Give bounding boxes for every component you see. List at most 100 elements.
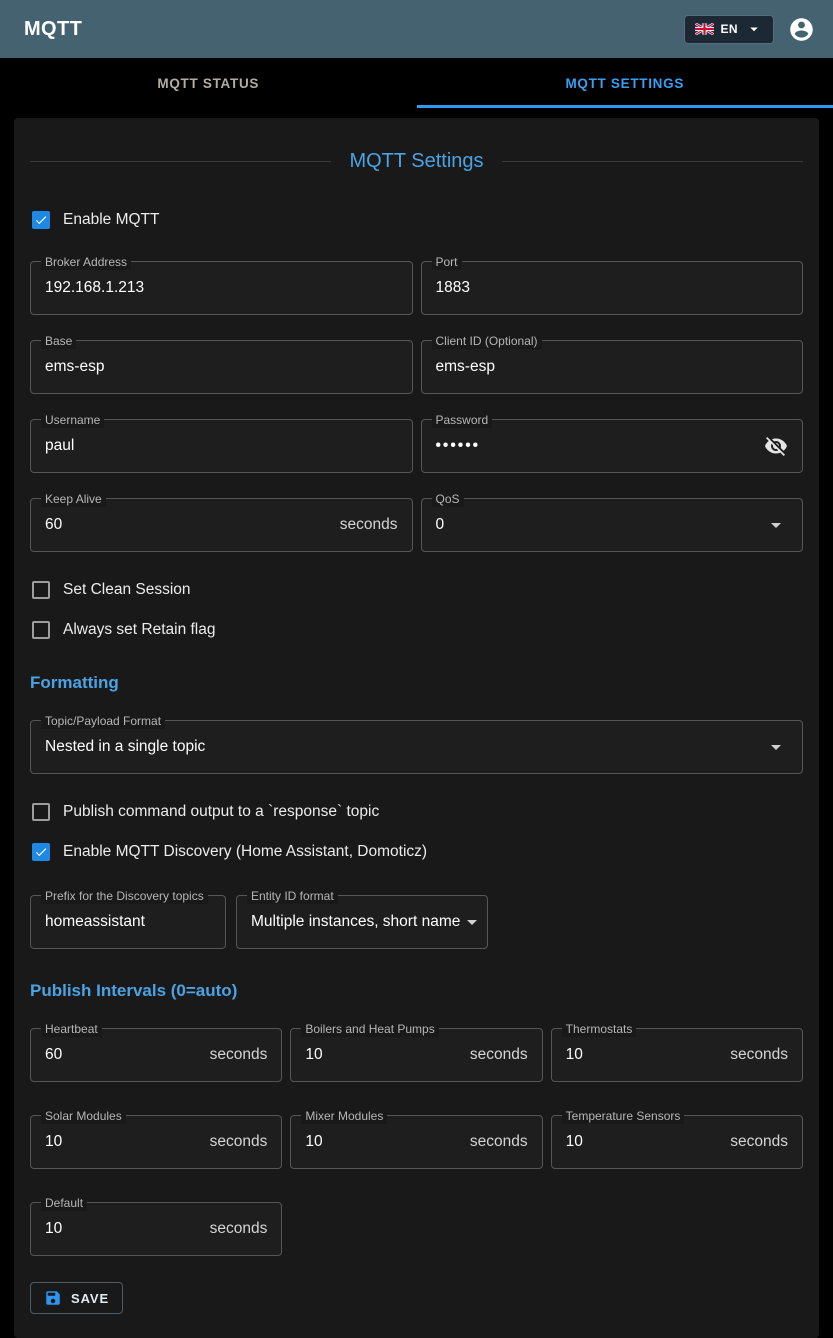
discovery-prefix-field[interactable]: Prefix for the Discovery topics homeassi…	[30, 895, 226, 949]
field-suffix: seconds	[470, 1133, 528, 1151]
checkbox-label: Set Clean Session	[63, 581, 191, 599]
dropdown-arrow-icon	[764, 735, 788, 759]
field-label: Default	[41, 1195, 87, 1211]
field-value: 60	[45, 1046, 62, 1064]
dropdown-arrow-icon	[764, 513, 788, 537]
page-title: MQTT Settings	[30, 150, 803, 173]
retain-flag-checkbox[interactable]	[32, 621, 50, 639]
field-label: Entity ID format	[247, 888, 338, 904]
checkbox-label: Enable MQTT	[63, 211, 159, 229]
app-title: MQTT	[24, 18, 82, 41]
check-icon	[34, 844, 48, 860]
checkbox-label: Enable MQTT Discovery (Home Assistant, D…	[63, 843, 427, 861]
field-value: ems-esp	[45, 358, 104, 376]
field-label: Topic/Payload Format	[41, 713, 165, 729]
tab-mqtt-settings[interactable]: MQTT SETTINGS	[417, 58, 833, 108]
clean-session-checkbox[interactable]	[32, 581, 50, 599]
field-label: Client ID (Optional)	[432, 333, 542, 349]
field-label: Password	[432, 412, 493, 428]
field-label: Broker Address	[41, 254, 131, 270]
field-label: Boilers and Heat Pumps	[301, 1021, 438, 1037]
topic-format-select[interactable]: Topic/Payload Format Nested in a single …	[30, 720, 803, 774]
app-bar-actions: EN	[684, 15, 815, 44]
field-suffix: seconds	[210, 1220, 268, 1238]
field-label: Keep Alive	[41, 491, 106, 507]
keep-alive-field[interactable]: Keep Alive 60 seconds	[30, 498, 413, 552]
field-label: Username	[41, 412, 104, 428]
tab-mqtt-status[interactable]: MQTT STATUS	[0, 58, 417, 108]
field-suffix: seconds	[210, 1046, 268, 1064]
field-value: homeassistant	[45, 913, 145, 931]
field-value: paul	[45, 437, 74, 455]
visibility-off-icon[interactable]	[764, 434, 788, 458]
field-value: 10	[566, 1046, 583, 1064]
dropdown-arrow-icon	[460, 910, 484, 934]
field-value: Nested in a single topic	[45, 738, 205, 756]
field-label: QoS	[432, 491, 464, 507]
language-label: EN	[721, 22, 738, 36]
field-value: 10	[305, 1046, 322, 1064]
thermostats-interval-field[interactable]: Thermostats 10 seconds	[551, 1028, 803, 1082]
qos-select[interactable]: QoS 0	[421, 498, 804, 552]
field-suffix: seconds	[210, 1133, 268, 1151]
entity-id-format-select[interactable]: Entity ID format Multiple instances, sho…	[236, 895, 488, 949]
language-selector-button[interactable]: EN	[684, 15, 774, 44]
mixer-interval-field[interactable]: Mixer Modules 10 seconds	[290, 1115, 542, 1169]
field-value: 60	[45, 516, 62, 534]
field-value: Multiple instances, short name	[251, 913, 460, 931]
field-label: Mixer Modules	[301, 1108, 387, 1124]
enable-mqtt-checkbox[interactable]	[32, 211, 50, 229]
account-circle-icon[interactable]	[788, 16, 815, 43]
app-bar: MQTT EN	[0, 0, 833, 58]
publish-response-checkbox-row[interactable]: Publish command output to a `response` t…	[30, 799, 803, 825]
checkbox-label: Always set Retain flag	[63, 621, 216, 639]
field-suffix: seconds	[730, 1046, 788, 1064]
save-button[interactable]: SAVE	[30, 1282, 123, 1314]
publish-intervals-heading: Publish Intervals (0=auto)	[30, 981, 803, 1001]
base-field[interactable]: Base ems-esp	[30, 340, 413, 394]
formatting-heading: Formatting	[30, 673, 803, 693]
field-label: Heartbeat	[41, 1021, 102, 1037]
tab-bar: MQTT STATUS MQTT SETTINGS	[0, 58, 833, 108]
save-icon	[44, 1289, 62, 1307]
mqtt-discovery-checkbox[interactable]	[32, 843, 50, 861]
solar-interval-field[interactable]: Solar Modules 10 seconds	[30, 1115, 282, 1169]
field-suffix: seconds	[730, 1133, 788, 1151]
client-id-field[interactable]: Client ID (Optional) ems-esp	[421, 340, 804, 394]
port-field[interactable]: Port 1883	[421, 261, 804, 315]
caret-down-icon	[745, 20, 763, 38]
field-label: Port	[432, 254, 462, 270]
uk-flag-icon	[695, 23, 714, 35]
broker-address-field[interactable]: Broker Address 192.168.1.213	[30, 261, 413, 315]
field-label: Thermostats	[562, 1021, 637, 1037]
enable-mqtt-checkbox-row[interactable]: Enable MQTT	[30, 207, 803, 233]
checkbox-label: Publish command output to a `response` t…	[63, 803, 379, 821]
field-value: 10	[566, 1133, 583, 1151]
check-icon	[34, 212, 48, 228]
field-value: 10	[45, 1220, 62, 1238]
field-label: Prefix for the Discovery topics	[41, 888, 208, 904]
default-interval-field[interactable]: Default 10 seconds	[30, 1202, 282, 1256]
field-value: 1883	[436, 279, 470, 297]
field-value: 10	[305, 1133, 322, 1151]
password-field[interactable]: Password ••••••	[421, 419, 804, 473]
field-value: ems-esp	[436, 358, 495, 376]
clean-session-checkbox-row[interactable]: Set Clean Session	[30, 577, 803, 603]
temperature-sensors-interval-field[interactable]: Temperature Sensors 10 seconds	[551, 1115, 803, 1169]
mqtt-discovery-checkbox-row[interactable]: Enable MQTT Discovery (Home Assistant, D…	[30, 839, 803, 865]
heartbeat-interval-field[interactable]: Heartbeat 60 seconds	[30, 1028, 282, 1082]
field-value: 0	[436, 516, 445, 534]
retain-flag-checkbox-row[interactable]: Always set Retain flag	[30, 617, 803, 643]
settings-card: MQTT Settings Enable MQTT Broker Address…	[14, 118, 819, 1338]
save-button-label: SAVE	[71, 1291, 109, 1306]
field-value: 10	[45, 1133, 62, 1151]
field-value: 192.168.1.213	[45, 279, 144, 297]
field-label: Solar Modules	[41, 1108, 126, 1124]
username-field[interactable]: Username paul	[30, 419, 413, 473]
field-suffix: seconds	[470, 1046, 528, 1064]
field-label: Temperature Sensors	[562, 1108, 685, 1124]
field-value: ••••••	[436, 437, 481, 455]
field-suffix: seconds	[340, 516, 398, 534]
publish-response-checkbox[interactable]	[32, 803, 50, 821]
boilers-interval-field[interactable]: Boilers and Heat Pumps 10 seconds	[290, 1028, 542, 1082]
